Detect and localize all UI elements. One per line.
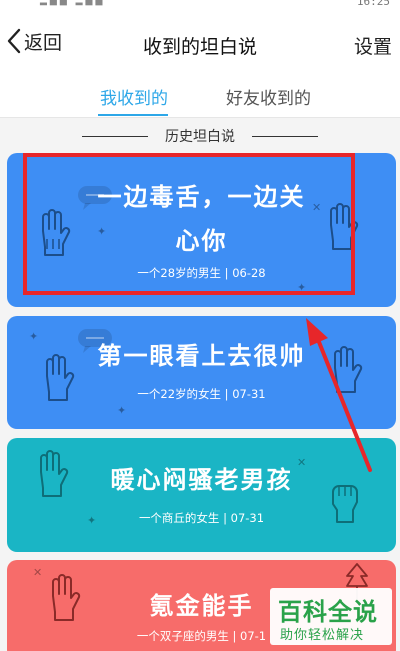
section-title: 历史坦白说 [165,129,235,145]
tab-received[interactable]: 我收到的 [100,84,168,109]
back-label: 返回 [24,31,63,54]
confession-card[interactable]: ✦ ✕ ✦ 一边毒舌，一边关心你 一个28岁的男生 | 06-28 [7,153,396,307]
signal-icon: ▂▄▆ ▂▄▆ [40,0,106,6]
confession-card[interactable]: ✦ ✦ 第一眼看上去很帅 一个22岁的女生 | 07-31 [7,316,396,429]
sparkle-icon: ✦ [297,281,307,294]
watermark-sub-text: 助你轻松解决 [280,628,365,643]
card-meta: 一个商丘的女生 | 07-31 [138,511,265,525]
status-time: 16:25 [356,0,390,8]
nav-bar: 返回 收到的坦白说 设置 [0,10,400,70]
card-title: 暖心闷骚老男孩 [110,466,293,494]
watermark-logo: 百科全说 助你轻松解决 [270,588,392,645]
card-meta: 一个28岁的男生 | 06-28 [137,266,266,280]
status-bar: ▂▄▆ ▂▄▆ 16:25 [0,0,400,10]
tab-friends-received[interactable]: 好友收到的 [226,84,311,109]
card-title: 第一眼看上去很帅 [97,342,306,370]
card-meta: 一个22岁的女生 | 07-31 [137,387,266,401]
tab-bar: 我收到的 好友收到的 [0,70,400,118]
settings-button[interactable]: 设置 [354,32,392,59]
card-title: 一边毒舌，一边关心你 [97,183,306,255]
back-button[interactable]: 返回 [6,26,62,56]
sparkle-icon: ✦ [117,404,127,417]
chevron-left-icon [7,28,21,54]
watermark-main-text: 百科全说 [278,598,378,626]
section-header: 历史坦白说 [0,124,400,148]
divider [252,136,318,137]
sparkle-icon: ✕ [33,566,43,579]
active-tab-indicator [98,114,168,116]
confession-card[interactable]: ✦ ✕ 暖心闷骚老男孩 一个商丘的女生 | 07-31 [7,438,396,552]
